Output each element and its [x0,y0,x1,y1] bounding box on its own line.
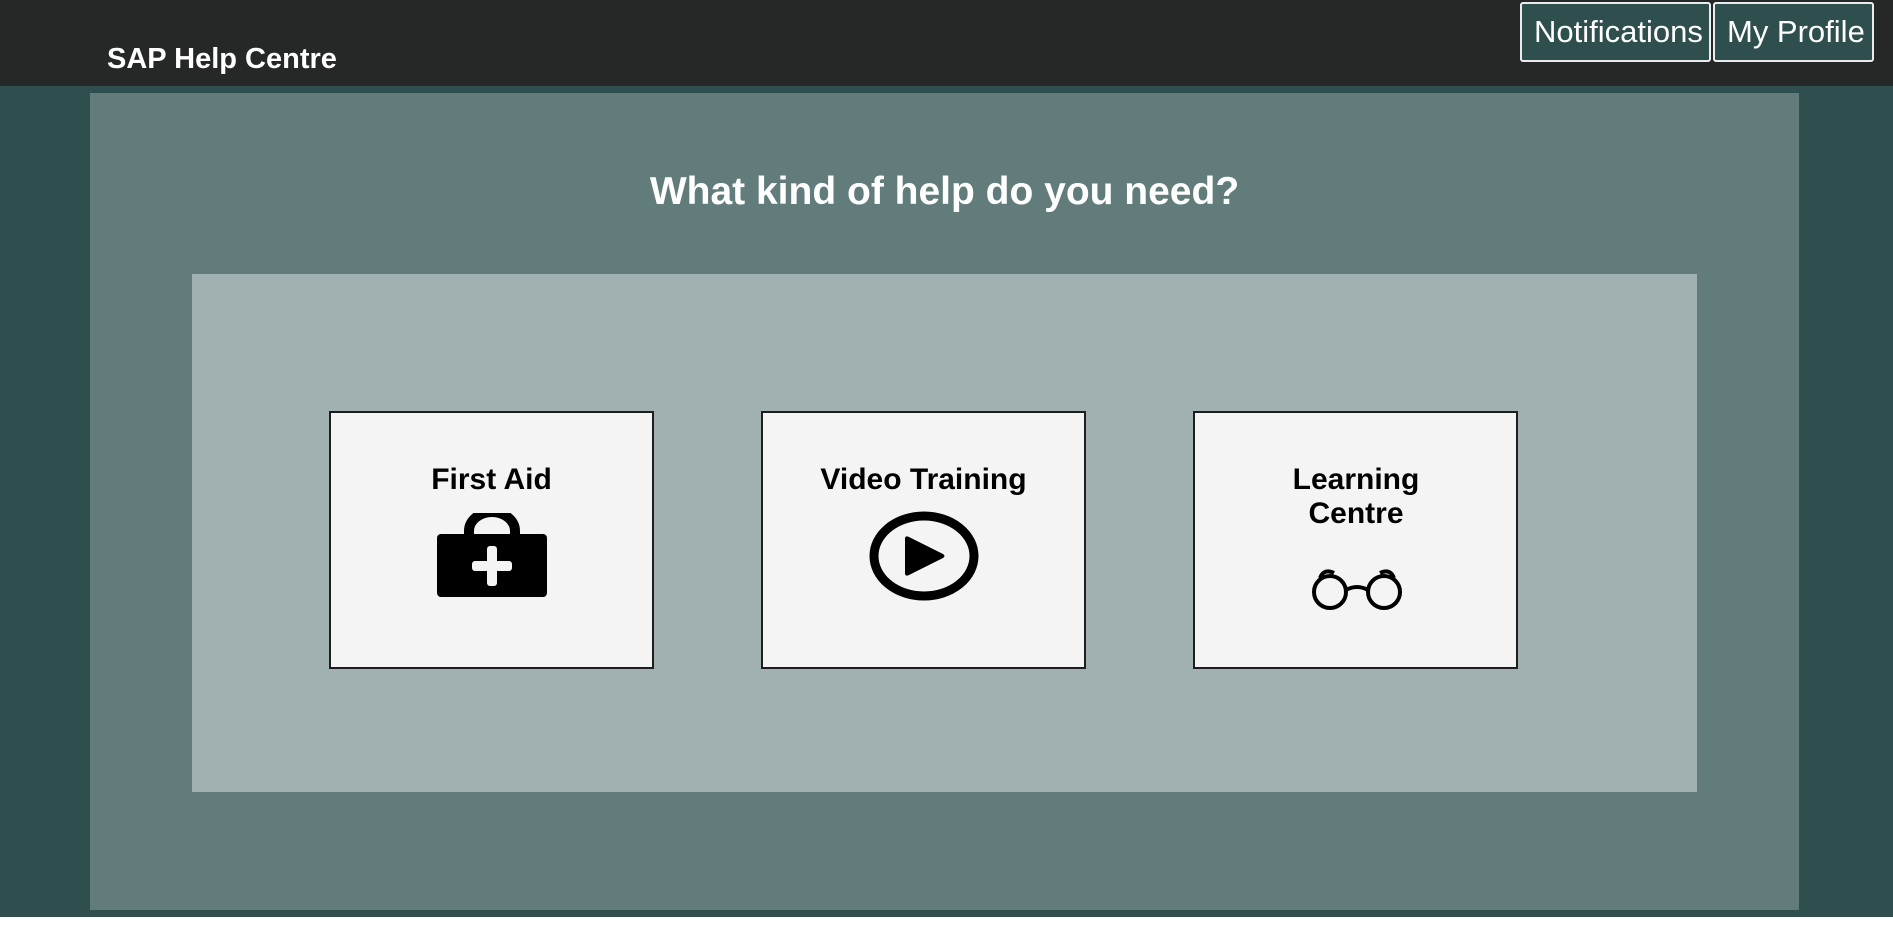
first-aid-kit-icon [437,513,547,597]
play-icon [869,511,979,601]
card-title: First Aid [431,463,552,496]
page-title: What kind of help do you need? [649,170,1240,214]
bottom-strip [0,917,1893,927]
top-bar: SAP Help Centre Notifications My Profile [0,0,1893,86]
main-panel: What kind of help do you need? First Aid… [90,93,1799,910]
card-title: Video Training [820,463,1027,496]
learning-centre-card[interactable]: Learning Centre [1193,411,1518,669]
site-title: SAP Help Centre [107,43,337,75]
my-profile-button[interactable]: My Profile [1713,2,1874,62]
page: SAP Help Centre Notifications My Profile… [0,0,1893,927]
notifications-button[interactable]: Notifications [1520,2,1711,62]
video-training-card[interactable]: Video Training [761,411,1086,669]
card-title: Learning Centre [1292,463,1420,530]
first-aid-card[interactable]: First Aid [329,411,654,669]
help-options-panel: First Aid Video Training Learning Centre [192,274,1697,792]
glasses-icon [1312,569,1402,610]
